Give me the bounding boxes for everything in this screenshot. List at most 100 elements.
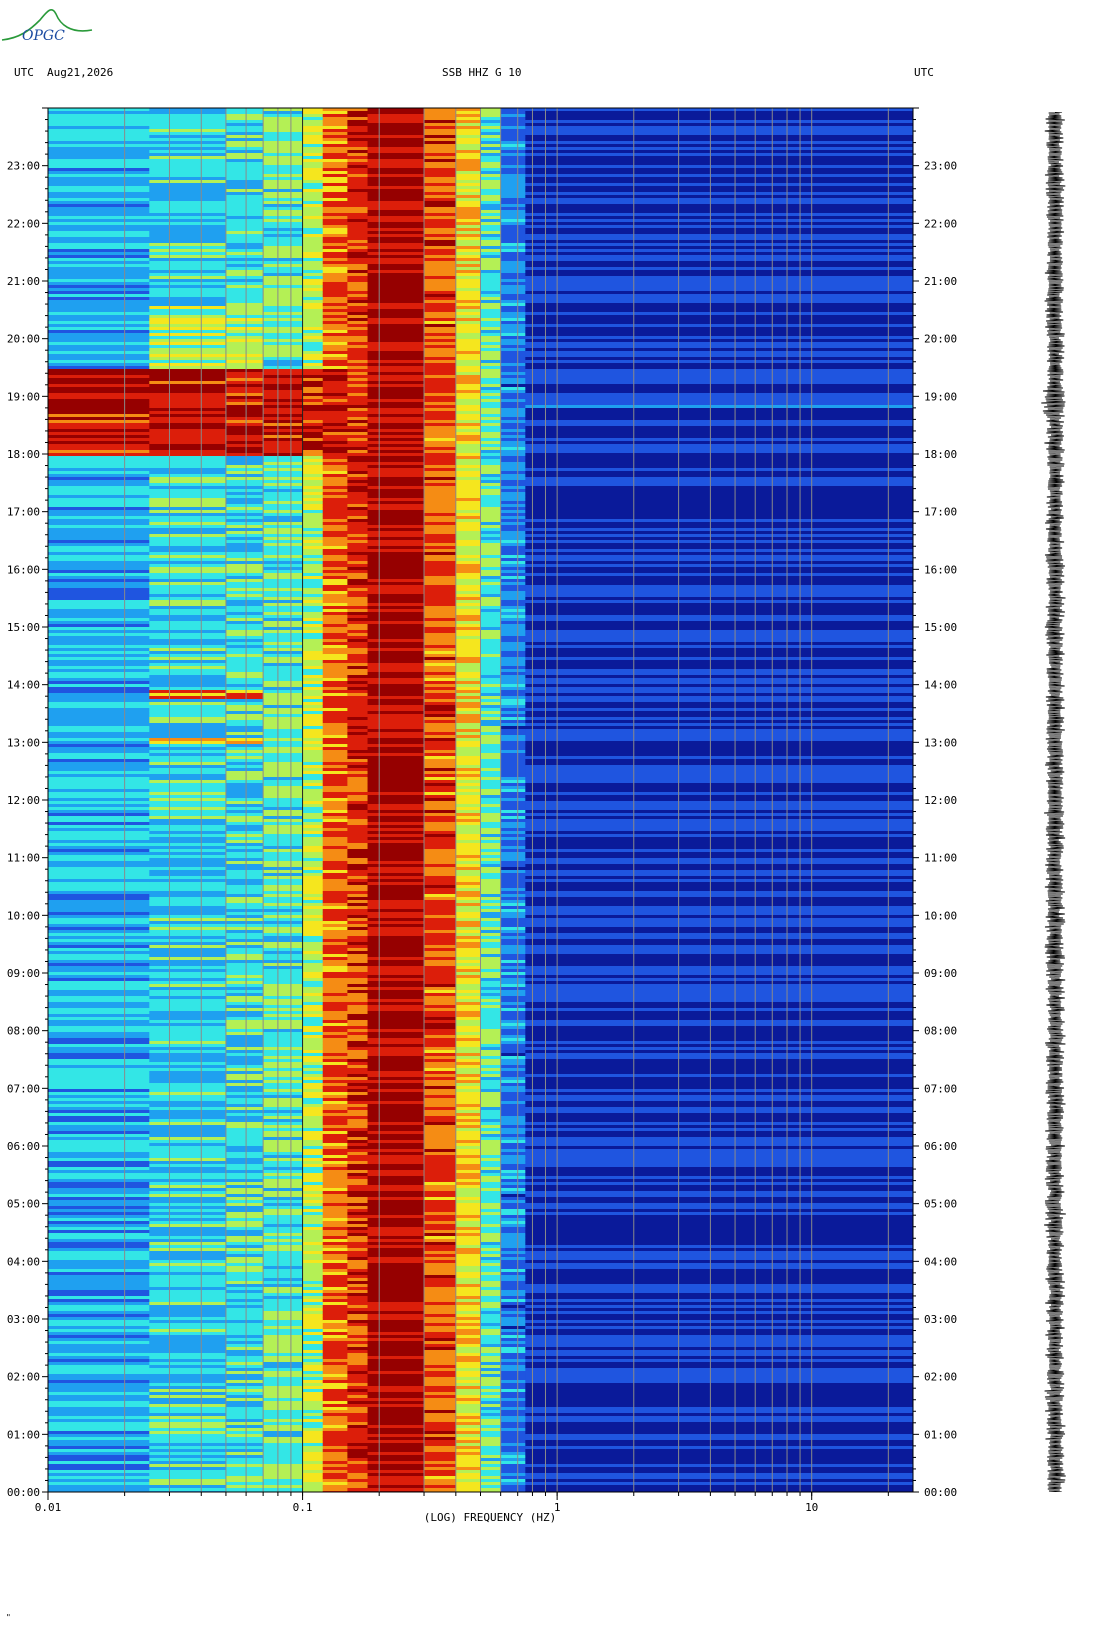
- heatmap-cell-band-8: [424, 837, 457, 841]
- heatmap-cell-band-2: [225, 756, 264, 760]
- heatmap-cell-band-9: [455, 789, 481, 793]
- heatmap-cell-band-10: [480, 984, 502, 988]
- heatmap-cell-band-0: [48, 159, 150, 163]
- heatmap-cell-band-5: [322, 741, 348, 745]
- heatmap-cell-band-3: [263, 1374, 304, 1378]
- heatmap-cell-band-3: [263, 423, 304, 427]
- heatmap-cell-band-6: [347, 1104, 369, 1108]
- heatmap-cell-band-2: [225, 582, 264, 586]
- heatmap-cell-band-2: [225, 201, 264, 205]
- heatmap-cell-band-5: [322, 1242, 348, 1246]
- heatmap-cell-band-3: [263, 864, 304, 868]
- heatmap-cell-band-1: [149, 816, 227, 820]
- heatmap-cell-band-8: [424, 885, 457, 889]
- heatmap-cell-band-1: [149, 1206, 227, 1210]
- heatmap-cell-band-7: [367, 846, 425, 850]
- heatmap-cell-band-4: [302, 1068, 324, 1072]
- heatmap-cell-band-0: [48, 1269, 150, 1273]
- heatmap-cell-band-5: [322, 876, 348, 880]
- heatmap-cell-band-7: [367, 1353, 425, 1357]
- heatmap-cell-band-0: [48, 324, 150, 328]
- heatmap-cell-band-6: [347, 348, 369, 352]
- heatmap-cell-band-10: [480, 282, 502, 286]
- heatmap-cell-band-8: [424, 693, 457, 697]
- heatmap-cell-band-8: [424, 927, 457, 931]
- heatmap-cell-band-10: [480, 612, 502, 616]
- heatmap-cell-band-2: [225, 1269, 264, 1273]
- heatmap-cell-band-5: [322, 924, 348, 928]
- heatmap-cell-band-2: [225, 1089, 264, 1093]
- heatmap-cell-band-10: [480, 1203, 502, 1207]
- heatmap-cell-band-4: [302, 408, 324, 412]
- heatmap-cell-band-6: [347, 831, 369, 835]
- heatmap-cell-band-9: [455, 495, 481, 499]
- heatmap-cell-band-0: [48, 891, 150, 895]
- heatmap-cell-band-7: [367, 681, 425, 685]
- heatmap-cell-band-6: [347, 180, 369, 184]
- heatmap-cell-band-8: [424, 936, 457, 940]
- heatmap-cell-band-7: [367, 153, 425, 157]
- heatmap-cell-band-0: [48, 1068, 150, 1072]
- heatmap-cell-band-8: [424, 795, 457, 799]
- heatmap-cell-band-8: [424, 192, 457, 196]
- heatmap-cell-band-7: [367, 1059, 425, 1063]
- heatmap-cell-band-4: [302, 219, 324, 223]
- heatmap-cell-band-0: [48, 1140, 150, 1144]
- heatmap-cell-band-7: [367, 957, 425, 961]
- heatmap-cell-band-7: [367, 564, 425, 568]
- heatmap-cell-band-3: [263, 546, 304, 550]
- heatmap-cell-band-9: [455, 1413, 481, 1417]
- heatmap-cell-band-9: [455, 603, 481, 607]
- heatmap-cell-band-6: [347, 924, 369, 928]
- heatmap-cell-band-7: [367, 351, 425, 355]
- heatmap-cell-band-5: [322, 666, 348, 670]
- heatmap-cell-band-7: [367, 1272, 425, 1276]
- heatmap-cell-band-5: [322, 957, 348, 961]
- heatmap-cell-band-2: [225, 1062, 264, 1066]
- heatmap-cell-band-2: [225, 1023, 264, 1027]
- heatmap-cell-band-6: [347, 294, 369, 298]
- heatmap-cell-band-8: [424, 435, 457, 439]
- heatmap-cell-band-7: [367, 849, 425, 853]
- heatmap-cell-band-10: [480, 288, 502, 292]
- heatmap-cell-band-10: [480, 678, 502, 682]
- heatmap-cell-band-6: [347, 1125, 369, 1129]
- heatmap-cell-band-6: [347, 1473, 369, 1477]
- heatmap-cell-band-7: [367, 1479, 425, 1483]
- heatmap-cell-band-4: [302, 501, 324, 505]
- heatmap-cell-band-3: [263, 660, 304, 664]
- heatmap-cell-band-10: [480, 957, 502, 961]
- heatmap-cell-band-6: [347, 1056, 369, 1060]
- heatmap-cell-band-3: [263, 507, 304, 511]
- heatmap-cell-band-6: [347, 840, 369, 844]
- heatmap-cell-band-9: [455, 1443, 481, 1447]
- heatmap-cell-band-5: [322, 174, 348, 178]
- heatmap-cell-band-1: [149, 1326, 227, 1330]
- heatmap-cell-band-3: [263, 834, 304, 838]
- heatmap-cell-band-8: [424, 789, 457, 793]
- heatmap-cell-band-6: [347, 1479, 369, 1483]
- heatmap-cell-band-5: [322, 705, 348, 709]
- heatmap-cell-band-5: [322, 411, 348, 415]
- heatmap-cell-band-1: [149, 285, 227, 289]
- heatmap-cell-band-0: [48, 183, 150, 187]
- heatmap-cell-band-8: [424, 1065, 457, 1069]
- heatmap-cell-band-2: [225, 1173, 264, 1177]
- heatmap-cell-band-9: [455, 1125, 481, 1129]
- heatmap-cell-band-5: [322, 1092, 348, 1096]
- heatmap-cell-band-2: [225, 1134, 264, 1138]
- heatmap-cell-band-9: [455, 960, 481, 964]
- heatmap-cell-band-4: [302, 1146, 324, 1150]
- heatmap-cell-band-5: [322, 432, 348, 436]
- heatmap-cell-band-0: [48, 1125, 150, 1129]
- heatmap-cell-band-8: [424, 231, 457, 235]
- heatmap-cell-band-8: [424, 651, 457, 655]
- heatmap-cell-band-3: [263, 132, 304, 136]
- heatmap-cell-band-3: [263, 858, 304, 862]
- heatmap-cell-band-6: [347, 246, 369, 250]
- heatmap-cell-band-9: [455, 918, 481, 922]
- heatmap-cell-band-5: [322, 546, 348, 550]
- heatmap-cell-band-10: [480, 822, 502, 826]
- heatmap-cell-band-2: [225, 1299, 264, 1303]
- heatmap-cell-band-5: [322, 246, 348, 250]
